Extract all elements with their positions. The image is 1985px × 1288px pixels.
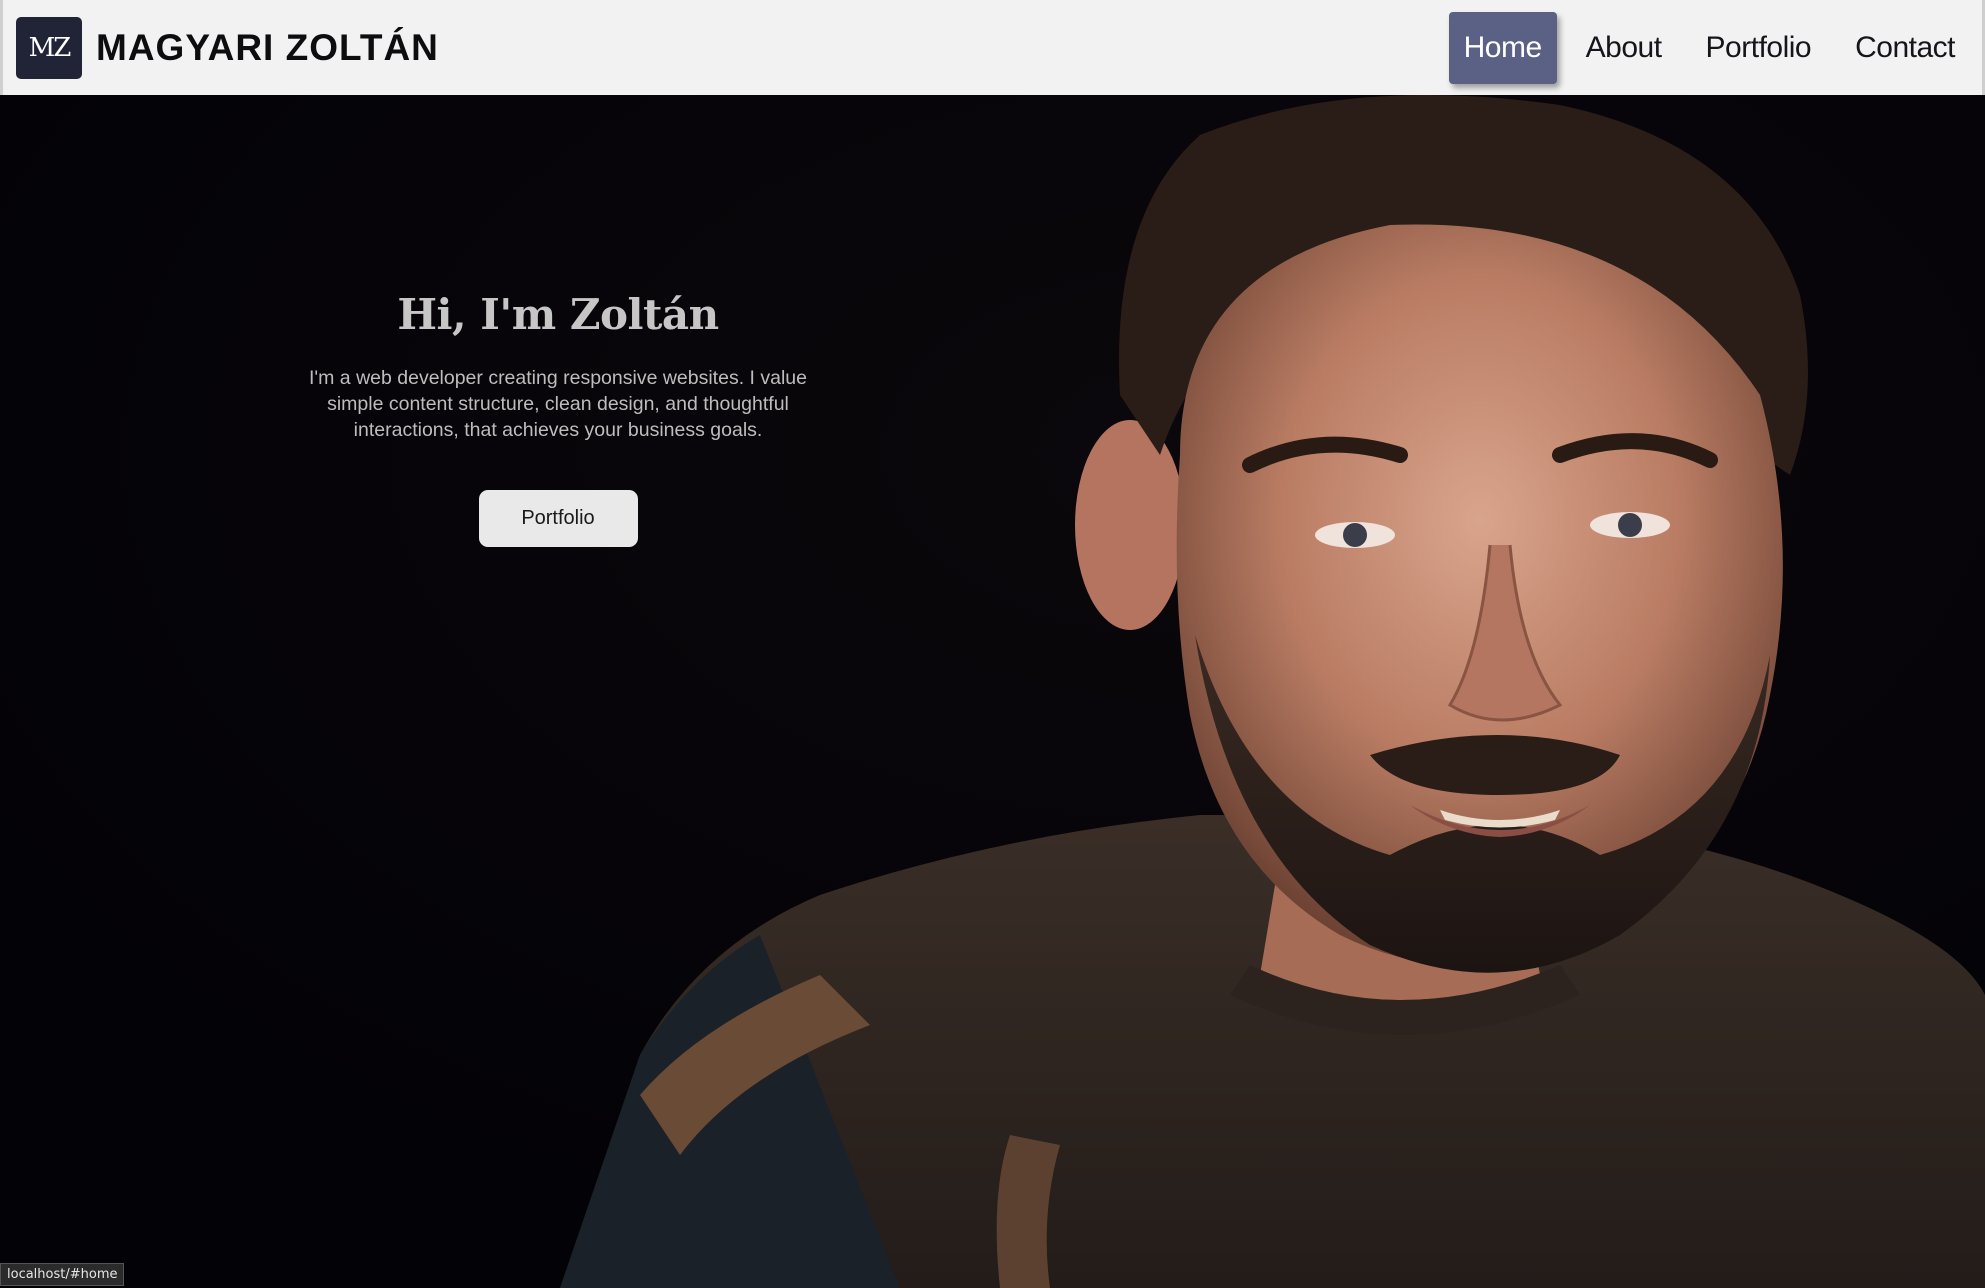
logo-text: MZ [28,32,72,63]
hero-intro: Hi, I'm Zoltán I'm a web developer creat… [280,290,836,547]
nav-item-portfolio[interactable]: Portfolio [1691,12,1827,84]
portfolio-button[interactable]: Portfolio [478,490,638,547]
brand-name: MAGYARI ZOLTÁN [96,26,439,68]
page: MZ MAGYARI ZOLTÁN Home About Portfolio C… [0,0,1985,1288]
nav-item-contact[interactable]: Contact [1840,12,1970,84]
hero-portrait-image [0,95,1985,1288]
brand-link[interactable]: MZ MAGYARI ZOLTÁN [16,16,439,79]
logo: MZ [16,16,82,79]
navbar: MZ MAGYARI ZOLTÁN Home About Portfolio C… [0,0,1985,95]
nav-item-home[interactable]: Home [1448,12,1557,84]
hero-title: Hi, I'm Zoltán [397,290,719,339]
hero-description: I'm a web developer creating responsive … [309,367,807,441]
main-nav: Home About Portfolio Contact [1448,12,1982,84]
status-bar-url: localhost/#home [0,1263,125,1286]
nav-item-about[interactable]: About [1571,12,1677,84]
hero-section: Hi, I'm Zoltán I'm a web developer creat… [0,95,1985,1288]
